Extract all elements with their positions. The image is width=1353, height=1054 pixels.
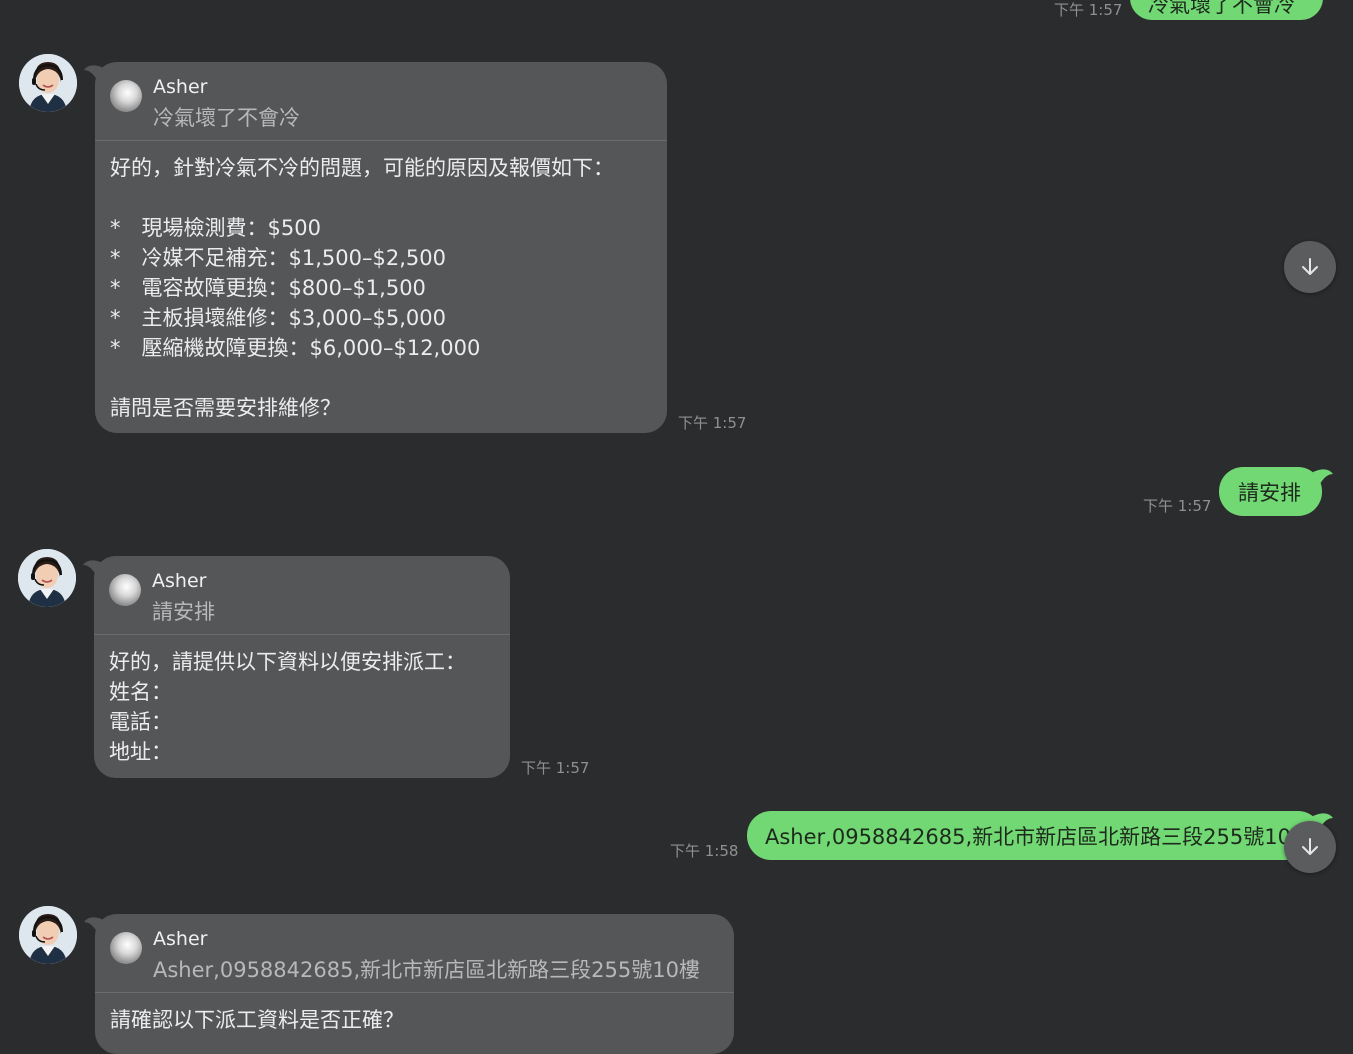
message-text: 請確認以下派工資料是否正確？ xyxy=(110,1008,404,1032)
quote-sender-name: Asher xyxy=(153,928,208,950)
message-text: 好的，針對冷氣不冷的問題，可能的原因及報價如下： * 現場檢測費：$500 * … xyxy=(110,156,614,420)
quote-avatar xyxy=(110,80,142,112)
agent-avatar[interactable] xyxy=(19,906,77,964)
agent-avatar[interactable] xyxy=(19,54,77,112)
outgoing-message-bubble[interactable]: 請安排 xyxy=(1219,467,1322,516)
message-time: 下午 1:57 xyxy=(1143,497,1212,515)
incoming-message-bubble[interactable]: Asher 請安排 好的，請提供以下資料以便安排派工： 姓名： 電話： 地址： xyxy=(94,556,510,778)
message-time: 下午 1:58 xyxy=(670,842,739,860)
quote-message-text: 冷氣壞了不會冷 xyxy=(153,106,300,130)
bubble-tail xyxy=(1313,469,1333,486)
agent-avatar[interactable] xyxy=(18,549,76,607)
reply-quote[interactable]: Asher 冷氣壞了不會冷 xyxy=(95,62,667,141)
quote-avatar xyxy=(109,574,141,606)
quote-sender-name: Asher xyxy=(152,570,207,592)
message-time: 下午 1:57 xyxy=(678,414,747,432)
scroll-to-bottom-button[interactable] xyxy=(1284,241,1336,293)
quote-avatar xyxy=(110,932,142,964)
message-time: 下午 1:57 xyxy=(521,759,590,777)
reply-quote[interactable]: Asher Asher,0958842685,新北市新店區北新路三段255號10… xyxy=(95,914,734,993)
message-text: 好的，請提供以下資料以便安排派工： 姓名： 電話： 地址： xyxy=(109,650,466,764)
reply-quote[interactable]: Asher 請安排 xyxy=(94,556,510,635)
arrow-down-icon xyxy=(1302,258,1318,275)
scroll-to-bottom-button[interactable] xyxy=(1284,821,1336,873)
outgoing-message-bubble[interactable]: 冷氣壞了不會冷 xyxy=(1130,0,1323,20)
message-text: 請安排 xyxy=(1238,481,1301,505)
message-text: 冷氣壞了不會冷 xyxy=(1148,0,1295,17)
incoming-message-bubble[interactable]: Asher 冷氣壞了不會冷 好的，針對冷氣不冷的問題，可能的原因及報價如下： *… xyxy=(95,62,667,433)
quote-message-text: Asher,0958842685,新北市新店區北新路三段255號10樓 xyxy=(153,958,700,982)
message-time: 下午 1:57 xyxy=(1054,1,1123,19)
message-text: Asher,0958842685,新北市新店區北新路三段255號10樓 xyxy=(765,825,1312,849)
arrow-down-icon xyxy=(1302,838,1318,855)
incoming-message-bubble[interactable]: Asher Asher,0958842685,新北市新店區北新路三段255號10… xyxy=(95,914,734,1054)
quote-message-text: 請安排 xyxy=(152,600,215,624)
outgoing-message-bubble[interactable]: Asher,0958842685,新北市新店區北新路三段255號10樓 xyxy=(747,811,1322,860)
quote-sender-name: Asher xyxy=(153,76,208,98)
